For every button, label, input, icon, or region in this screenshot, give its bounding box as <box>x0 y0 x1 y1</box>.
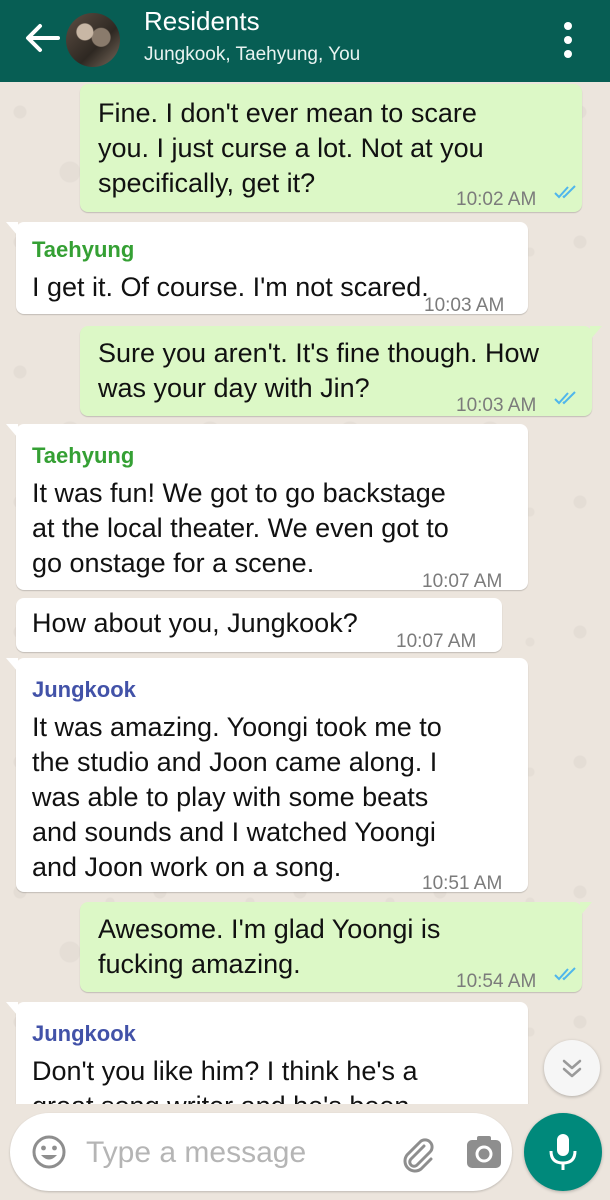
sender-name[interactable]: Taehyung <box>32 232 134 267</box>
arrow-left-icon[interactable] <box>22 20 62 56</box>
voice-message-button[interactable] <box>524 1113 602 1191</box>
message-time: 10:51 AM <box>422 873 503 894</box>
double-check-icon <box>554 391 576 405</box>
chevron-double-down-icon <box>562 1059 582 1078</box>
group-avatar[interactable] <box>66 13 120 67</box>
sender-name[interactable]: Jungkook <box>32 672 136 707</box>
message-list[interactable]: Fine. I don't ever mean to scare you. I … <box>0 82 610 1104</box>
message-incoming[interactable]: Jungkook It was amazing. Yoongi took me … <box>6 658 528 894</box>
message-incoming[interactable]: Taehyung It was fun! We got to go backst… <box>6 424 528 592</box>
paperclip-icon[interactable] <box>396 1132 438 1174</box>
message-outgoing[interactable]: Awesome. I'm glad Yoongi is fucking amaz… <box>80 902 592 992</box>
scroll-to-bottom-button[interactable] <box>544 1040 600 1096</box>
sender-name[interactable]: Jungkook <box>32 1016 136 1051</box>
emoji-icon[interactable] <box>30 1133 68 1171</box>
camera-icon[interactable] <box>464 1133 504 1173</box>
message-time: 10:02 AM <box>456 189 537 210</box>
double-check-icon <box>554 967 576 981</box>
message-time: 10:07 AM <box>422 571 503 592</box>
message-text: Don't you like him? I think he's a great… <box>32 1056 418 1104</box>
message-time: 10:07 AM <box>396 631 477 652</box>
message-incoming[interactable]: Jungkook Don't you like him? I think he'… <box>6 1002 528 1104</box>
message-time: 10:03 AM <box>456 395 537 416</box>
sender-name[interactable]: Taehyung <box>32 438 134 473</box>
message-time: 10:03 AM <box>424 295 505 316</box>
double-check-icon <box>554 185 576 199</box>
chat-header: Residents Jungkook, Taehyung, You <box>0 0 610 82</box>
message-input[interactable] <box>84 1131 378 1175</box>
message-outgoing[interactable]: Sure you aren't. It's fine though. How w… <box>80 326 602 416</box>
chat-participants[interactable]: Jungkook, Taehyung, You <box>144 44 360 66</box>
message-time: 10:54 AM <box>456 971 537 992</box>
message-text: Fine. I don't ever mean to scare you. I … <box>98 98 484 198</box>
chat-title[interactable]: Residents <box>144 6 260 37</box>
message-composer <box>10 1113 512 1191</box>
message-incoming[interactable]: How about you, Jungkook? 10:07 AM <box>16 598 502 652</box>
message-outgoing[interactable]: Fine. I don't ever mean to scare you. I … <box>80 84 582 212</box>
message-incoming[interactable]: Taehyung I get it. Of course. I'm not sc… <box>6 222 528 316</box>
mic-icon <box>549 1134 577 1170</box>
message-text: It was fun! We got to go backstage at th… <box>32 478 449 578</box>
message-text: Awesome. I'm glad Yoongi is fucking amaz… <box>98 914 441 979</box>
more-vert-icon[interactable] <box>558 18 578 62</box>
message-text: How about you, Jungkook? <box>32 608 358 638</box>
message-text: I get it. Of course. I'm not scared. <box>32 272 429 302</box>
message-text: It was amazing. Yoongi took me to the st… <box>32 712 442 882</box>
